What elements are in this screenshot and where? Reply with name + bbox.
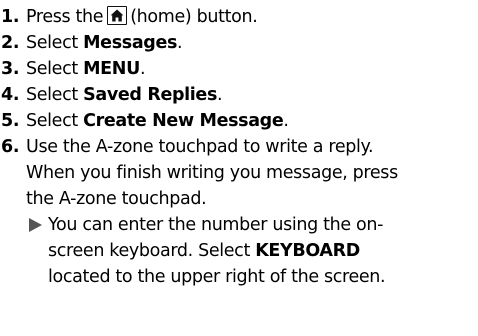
step-2: 2. Select Messages. <box>0 30 476 56</box>
step-text: . <box>139 59 146 79</box>
page: { "colors": { "text": "#000000", "note_a… <box>0 0 478 336</box>
arrow-right-icon <box>29 218 42 232</box>
step-text: Select <box>26 59 78 79</box>
step-number: 3. <box>1 59 20 79</box>
step-number: 2. <box>1 33 20 53</box>
menu-item-name: Messages <box>83 33 178 53</box>
step-text: Select <box>26 33 78 53</box>
step-3: 3. Select MENU. <box>0 56 476 82</box>
step-6: 6. Use the A-zone touchpad to write a re… <box>0 134 476 290</box>
step-text: . <box>177 33 183 53</box>
step-text-line: the A-zone touchpad. <box>26 189 207 209</box>
step-number: 5. <box>1 111 20 131</box>
menu-item-name: Create New Message <box>83 111 284 131</box>
step-number: 4. <box>1 85 20 105</box>
menu-item-name: MENU <box>83 59 140 79</box>
step-text-line: When you finish writing you message, pre… <box>26 163 398 183</box>
step-4: 4. Select Saved Replies. <box>0 82 476 108</box>
note-text-line: located to the upper right of the screen… <box>48 267 386 287</box>
step-text-line: Use the A-zone touchpad to write a reply… <box>26 137 374 157</box>
instruction-steps: 1. Press the (home) button. 2. Select Mes… <box>0 4 476 290</box>
step-number: 6. <box>1 137 20 157</box>
step-text: (home) button. <box>130 7 258 27</box>
step-1: 1. Press the (home) button. <box>0 4 476 30</box>
step-text: . <box>283 111 289 131</box>
home-icon <box>107 6 128 25</box>
note-text: screen keyboard. Select <box>48 241 250 261</box>
step-note: You can enter the number using the on- s… <box>26 212 476 290</box>
menu-item-name: Saved Replies <box>83 85 218 105</box>
step-number: 1. <box>1 7 20 27</box>
step-text: Press the <box>26 7 104 27</box>
note-text-line: You can enter the number using the on- <box>48 215 384 235</box>
step-text: Select <box>26 85 78 105</box>
step-text: Select <box>26 111 78 131</box>
keyboard-label: KEYBOARD <box>255 241 360 261</box>
step-text: . <box>217 85 223 105</box>
step-5: 5. Select Create New Message. <box>0 108 476 134</box>
note-text-line: screen keyboard. Select KEYBOARD <box>48 238 476 264</box>
